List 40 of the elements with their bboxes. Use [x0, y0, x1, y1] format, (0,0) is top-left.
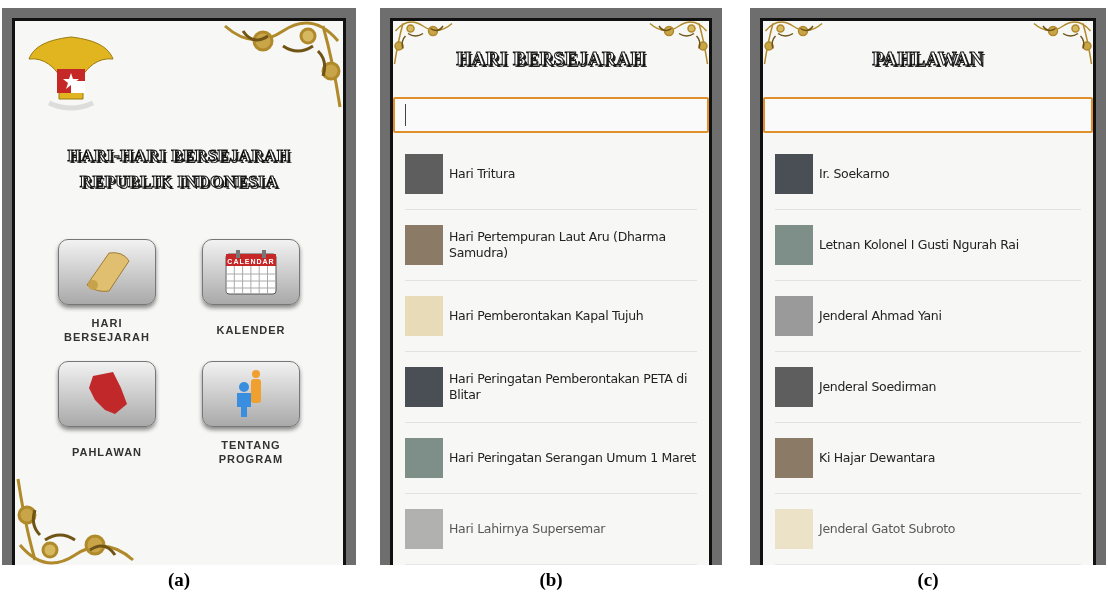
- photo-placeholder: [775, 225, 813, 265]
- list-item[interactable]: Letnan Kolonel I Gusti Ngurah Rai: [775, 210, 1081, 281]
- screen-title: PAHLAWAN: [872, 48, 984, 71]
- photo-placeholder: [775, 154, 813, 194]
- menu-button[interactable]: TENTANG PROGRAM: [196, 361, 306, 467]
- ornament-drawing: [393, 21, 453, 66]
- ornament-drawing: [1033, 21, 1093, 66]
- photo-placeholder: [775, 438, 813, 478]
- photo-placeholder: [405, 367, 443, 407]
- photo-placeholder: [405, 225, 443, 265]
- list-item[interactable]: Hari Lahirnya Supersemar: [405, 494, 697, 565]
- search-field[interactable]: [393, 97, 709, 133]
- figure-caption: (b): [539, 569, 563, 591]
- list-item[interactable]: Jenderal Soedirman: [775, 352, 1081, 423]
- list-item[interactable]: Hari Peringatan Pemberontakan PETA di Blitar: [405, 352, 697, 423]
- photo-placeholder: [405, 509, 443, 549]
- text-caret: [405, 104, 406, 127]
- menu-button[interactable]: HARI BERSEJARAH: [52, 239, 162, 345]
- figure-caption: (c): [917, 569, 939, 591]
- photo-placeholder: [405, 154, 443, 194]
- list-item[interactable]: Hari Pemberontakan Kapal Tujuh: [405, 281, 697, 352]
- photo-placeholder: [775, 367, 813, 407]
- search-field[interactable]: [763, 97, 1093, 133]
- list-item[interactable]: Hari Tritura: [405, 139, 697, 210]
- photo-placeholder: [405, 296, 443, 336]
- list-item[interactable]: Hari Pertempuran Laut Aru (Dharma Samudra): [405, 210, 697, 281]
- list-item[interactable]: Jenderal Gatot Subroto: [775, 494, 1081, 565]
- photo-placeholder: [775, 296, 813, 336]
- list-item[interactable]: Ir. Soekarno: [775, 139, 1081, 210]
- list-item[interactable]: Ki Hajar Dewantara: [775, 423, 1081, 494]
- menu-button[interactable]: PAHLAWAN: [52, 361, 162, 467]
- ornament-drawing: [649, 21, 709, 66]
- ornament-drawing: [763, 21, 823, 66]
- photo-placeholder: [405, 438, 443, 478]
- figure-caption: (a): [167, 569, 191, 591]
- list-item[interactable]: Hari Peringatan Serangan Umum 1 Maret: [405, 423, 697, 494]
- screen-title: HARI BERSEJARAH: [456, 48, 646, 71]
- photo-placeholder: [775, 509, 813, 549]
- list-item[interactable]: Jenderal Ahmad Yani: [775, 281, 1081, 352]
- app-title: HARI-HARI BERSEJARAH REPUBLIK INDONESIA: [66, 145, 292, 193]
